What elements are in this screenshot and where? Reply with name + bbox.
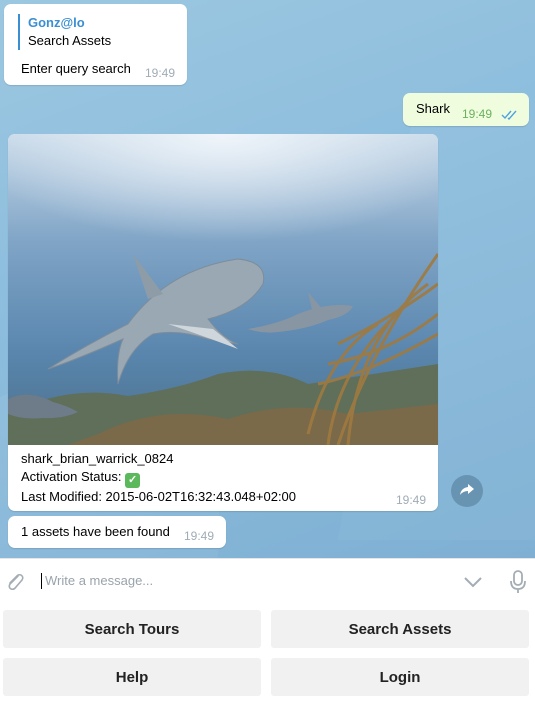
asset-caption: shark_brian_warrick_0824 Activation Stat… xyxy=(21,450,296,506)
message-text: Shark xyxy=(416,101,450,116)
search-tours-button[interactable]: Search Tours xyxy=(3,610,261,648)
asset-name: shark_brian_warrick_0824 xyxy=(21,451,174,466)
bot-keyboard: Search Tours Search Assets Help Login xyxy=(0,604,535,704)
paperclip-icon[interactable] xyxy=(4,571,26,596)
user-message-bubble[interactable]: Shark 19:49 xyxy=(403,93,529,126)
message-composer: Write a message... xyxy=(0,558,535,605)
white-check-mark-emoji: ✓ xyxy=(125,473,141,488)
message-text: 1 assets have been found xyxy=(21,524,170,539)
chevron-down-icon[interactable] xyxy=(463,576,483,591)
asset-result-message[interactable]: shark_brian_warrick_0824 Activation Stat… xyxy=(8,134,438,511)
message-input[interactable]: Write a message... xyxy=(41,573,153,589)
share-button[interactable] xyxy=(451,475,483,507)
asset-photo[interactable] xyxy=(8,134,438,445)
message-time: 19:49 xyxy=(184,529,215,543)
reply-quote[interactable]: Gonz@lo Search Assets xyxy=(18,14,111,50)
reply-text: Search Assets xyxy=(28,33,112,48)
message-text: Enter query search xyxy=(21,61,131,76)
activation-status-label: Activation Status: xyxy=(21,469,122,484)
reply-author: Gonz@lo xyxy=(28,15,85,30)
bot-message-bubble[interactable]: 1 assets have been found 19:49 xyxy=(8,516,226,548)
bot-message-bubble[interactable]: Gonz@lo Search Assets Enter query search… xyxy=(4,4,187,85)
help-button[interactable]: Help xyxy=(3,658,261,696)
message-time: 19:49 xyxy=(145,66,176,80)
message-time: 19:49 xyxy=(396,493,427,507)
microphone-icon[interactable] xyxy=(510,570,526,597)
activation-status: Activation Status: ✓ xyxy=(21,468,296,488)
search-assets-button[interactable]: Search Assets xyxy=(271,610,529,648)
chat-area: Gonz@lo Search Assets Enter query search… xyxy=(0,0,535,558)
share-arrow-icon xyxy=(459,483,475,500)
message-time: 19:49 xyxy=(462,107,493,121)
login-button[interactable]: Login xyxy=(271,658,529,696)
last-modified: Last Modified: 2015-06-02T16:32:43.048+0… xyxy=(21,489,297,504)
double-check-icon xyxy=(501,108,519,123)
